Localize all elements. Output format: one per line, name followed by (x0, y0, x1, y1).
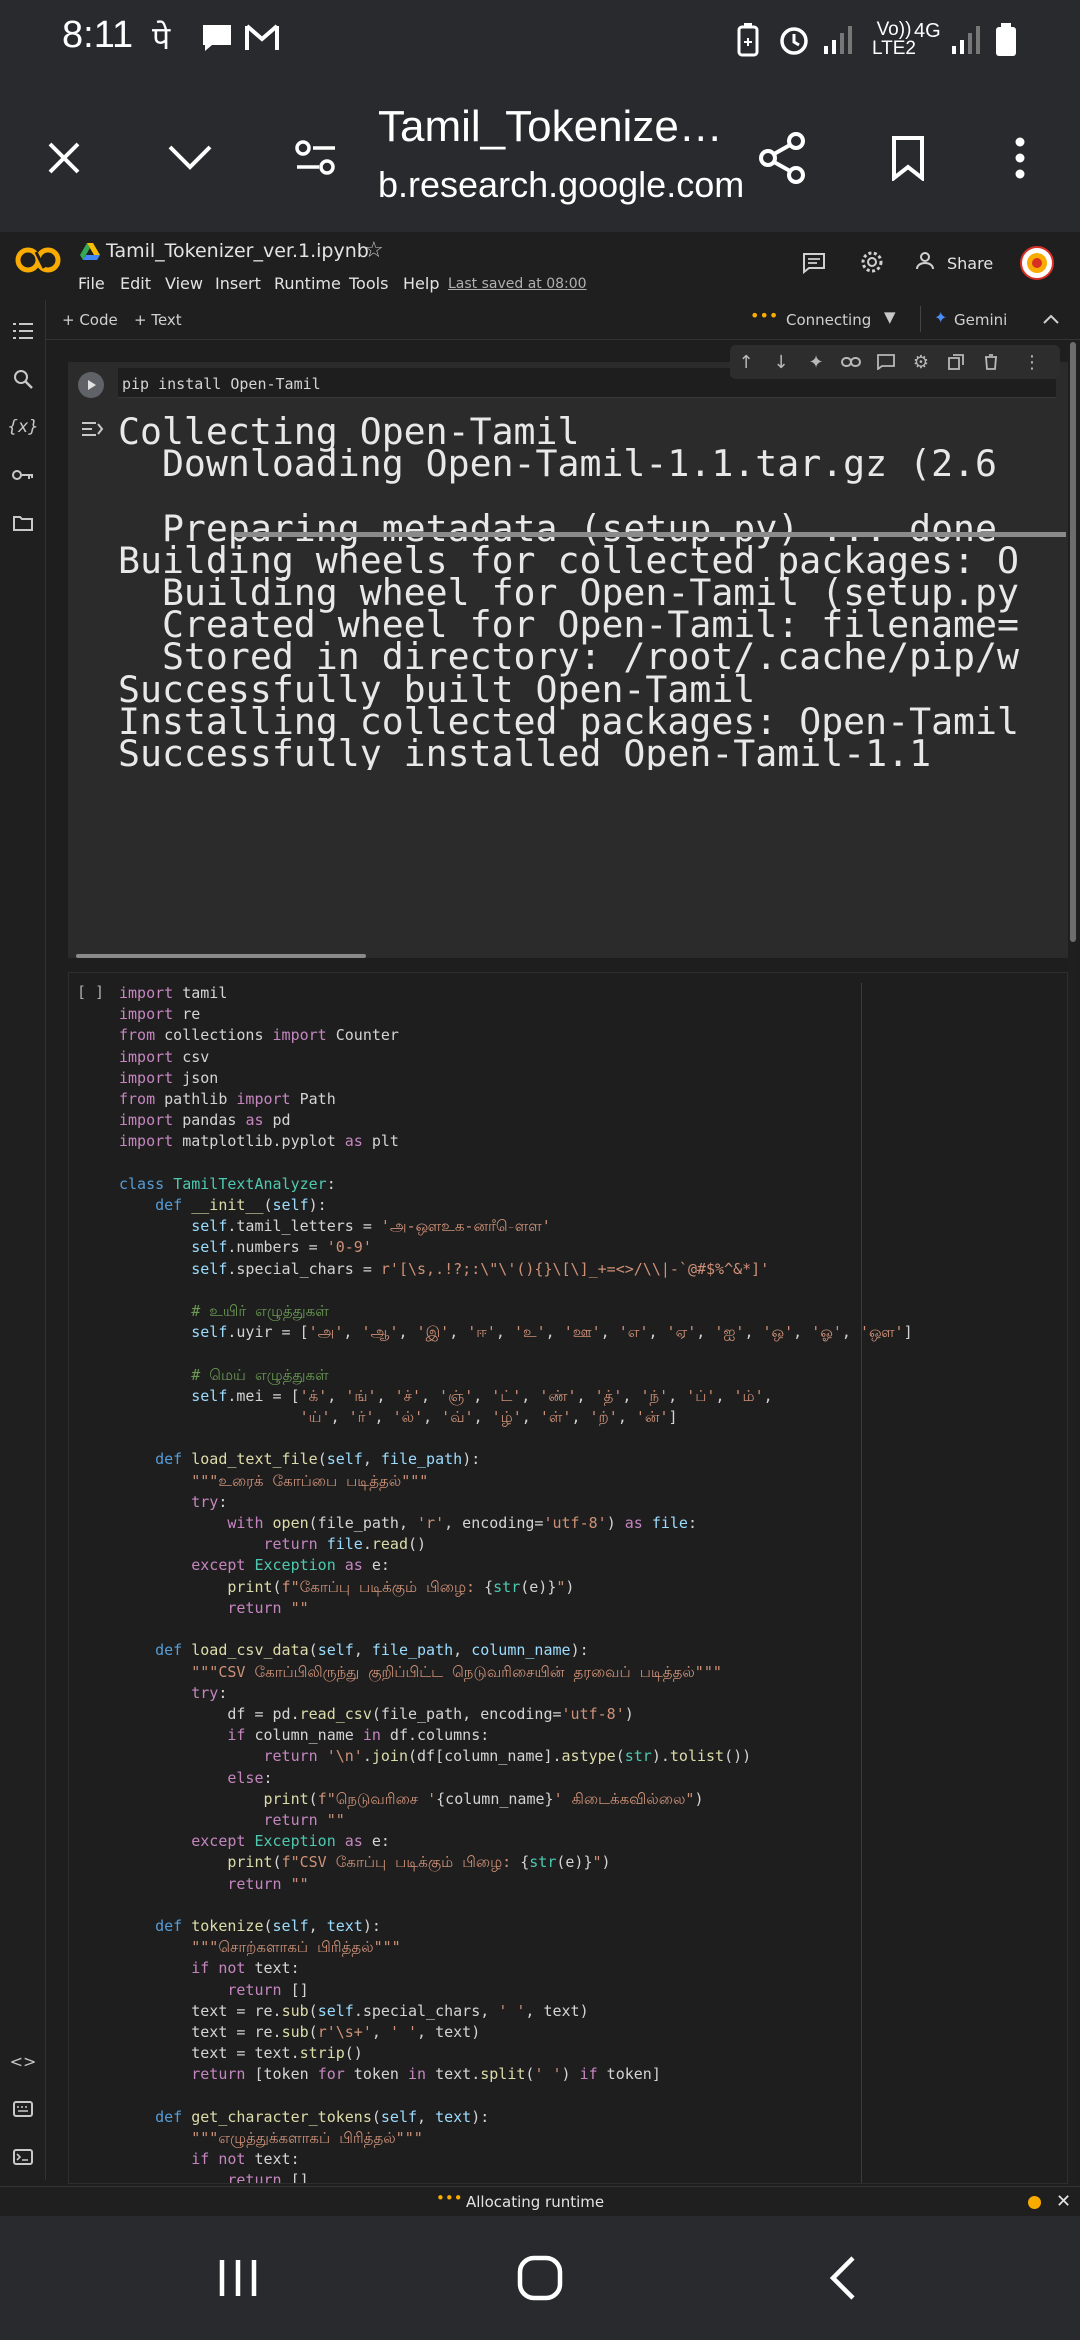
status-glyph: पे (152, 19, 171, 57)
search-icon[interactable] (8, 364, 38, 394)
signal-1-icon (822, 22, 856, 56)
close-status-icon[interactable]: ✕ (1056, 2191, 1071, 2212)
cell-toolbar: ↑ ↓ ✦ ⚙ ⋮ (730, 345, 1060, 379)
close-tab-button[interactable] (28, 122, 100, 194)
menu-file[interactable]: File (78, 274, 105, 293)
cell-comment-icon[interactable] (874, 350, 898, 374)
last-saved-link[interactable]: Last saved at 08:00 (448, 276, 587, 292)
collapse-chevron-up-icon[interactable] (1042, 310, 1060, 329)
add-code-button[interactable]: + Code (62, 311, 118, 329)
alarm-icon (776, 22, 812, 56)
page-settings-icon[interactable] (280, 122, 352, 194)
runtime-status-dot (1028, 2196, 1041, 2209)
system-navigation-bar (0, 2216, 1080, 2340)
notebook-scrollbar-thumb[interactable] (1070, 342, 1076, 942)
message-icon (200, 22, 234, 56)
network-type: 4G (914, 20, 941, 42)
avatar[interactable] (1020, 246, 1054, 280)
cell-output: Collecting Open-Tamil Downloading Open-T… (118, 416, 1019, 771)
output-toggle-icon[interactable] (80, 420, 104, 444)
variables-icon[interactable]: {x} (7, 412, 39, 442)
menu-edit[interactable]: Edit (120, 274, 151, 293)
folder-icon[interactable] (8, 508, 38, 538)
add-text-button[interactable]: + Text (134, 311, 182, 329)
connect-dropdown-icon[interactable]: ▼ (884, 308, 896, 326)
menu-help[interactable]: Help (403, 274, 439, 293)
download-progress-bar (234, 532, 1066, 537)
gemini-button[interactable]: Gemini (954, 311, 1007, 329)
drive-icon (80, 242, 100, 264)
signal-2-icon (950, 22, 984, 56)
gemini-icon: ✦ (934, 308, 948, 327)
comment-icon[interactable] (802, 252, 826, 278)
share-button[interactable]: Share (947, 254, 993, 273)
key-icon[interactable] (8, 460, 38, 490)
mirror-cell-icon[interactable] (944, 350, 968, 374)
battery-saver-icon (736, 22, 760, 57)
star-icon[interactable]: ☆ (364, 238, 384, 263)
back-button[interactable] (802, 2246, 882, 2310)
connecting-dots-icon: ••• (750, 306, 779, 325)
home-button[interactable] (500, 2246, 580, 2310)
notebook-title[interactable]: Tamil_Tokenizer_ver.1.ipynb (106, 240, 369, 262)
gmail-icon (244, 22, 280, 56)
move-down-icon[interactable]: ↓ (769, 350, 793, 374)
colab-header: Tamil_Tokenizer_ver.1.ipynb ☆ File Edit … (0, 232, 1080, 300)
notebook-scrollbar-track[interactable] (1068, 340, 1078, 2186)
output-horizontal-scrollbar[interactable] (76, 954, 366, 958)
bookmark-icon[interactable] (872, 122, 944, 194)
runtime-status-bar: ••• Allocating runtime ✕ (0, 2186, 1080, 2216)
code-snippets-icon[interactable]: <> (8, 2046, 38, 2076)
share-people-icon[interactable] (916, 250, 940, 276)
status-time: 8:11 (62, 14, 134, 56)
menu-tools[interactable]: Tools (349, 274, 388, 293)
code-cell-analyzer[interactable]: [ ] import tamil import re from collecti… (68, 972, 1068, 2184)
colab-logo-icon[interactable] (14, 246, 62, 278)
cell-code-input[interactable]: import tamil import re from collections … (119, 983, 913, 2183)
page-title: Tamil_Tokenize… (378, 102, 723, 151)
link-icon[interactable] (839, 350, 863, 374)
notebook-toolbar: + Code + Text ••• Connecting ▼ ✦ Gemini (46, 300, 1080, 340)
code-cell-install[interactable]: pip install Open-Tamil Collecting Open-T… (68, 362, 1068, 958)
cell-more-icon[interactable]: ⋮ (1020, 350, 1044, 374)
gemini-sparkle-icon[interactable]: ✦ (804, 350, 828, 374)
runtime-status-text: Allocating runtime (466, 2193, 605, 2211)
delete-icon[interactable] (979, 350, 1003, 374)
runtime-dots-icon: ••• (436, 2189, 463, 2207)
recent-apps-button[interactable] (198, 2246, 278, 2310)
battery-icon (994, 22, 1018, 56)
connecting-status[interactable]: Connecting (786, 311, 871, 329)
toc-icon[interactable] (8, 316, 38, 346)
chevron-down-icon[interactable] (154, 122, 226, 194)
browser-toolbar: Tamil_Tokenize… b.research.google.com (0, 80, 1080, 232)
command-palette-icon[interactable] (8, 2094, 38, 2124)
move-up-icon[interactable]: ↑ (734, 350, 758, 374)
menu-view[interactable]: View (165, 274, 203, 293)
left-sidebar: {x} <> (0, 300, 46, 2180)
gear-icon[interactable] (860, 250, 884, 278)
page-domain: b.research.google.com (378, 164, 745, 205)
cell-settings-icon[interactable]: ⚙ (909, 350, 933, 374)
menu-insert[interactable]: Insert (215, 274, 261, 293)
cell-execution-count[interactable]: [ ] (77, 983, 104, 1001)
status-bar: 8:11 पे Vo)) LTE2 4G (0, 0, 1080, 80)
terminal-icon[interactable] (8, 2142, 38, 2172)
more-options-icon[interactable] (984, 122, 1056, 194)
share-icon[interactable] (746, 122, 818, 194)
menu-runtime[interactable]: Runtime (274, 274, 341, 293)
run-cell-button[interactable] (78, 372, 104, 398)
toolbar-divider (920, 306, 921, 332)
